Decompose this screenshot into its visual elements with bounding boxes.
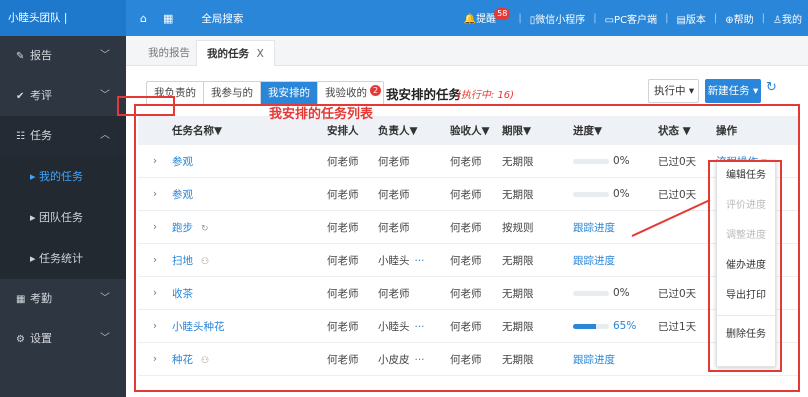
annotation-arrow <box>631 199 711 237</box>
